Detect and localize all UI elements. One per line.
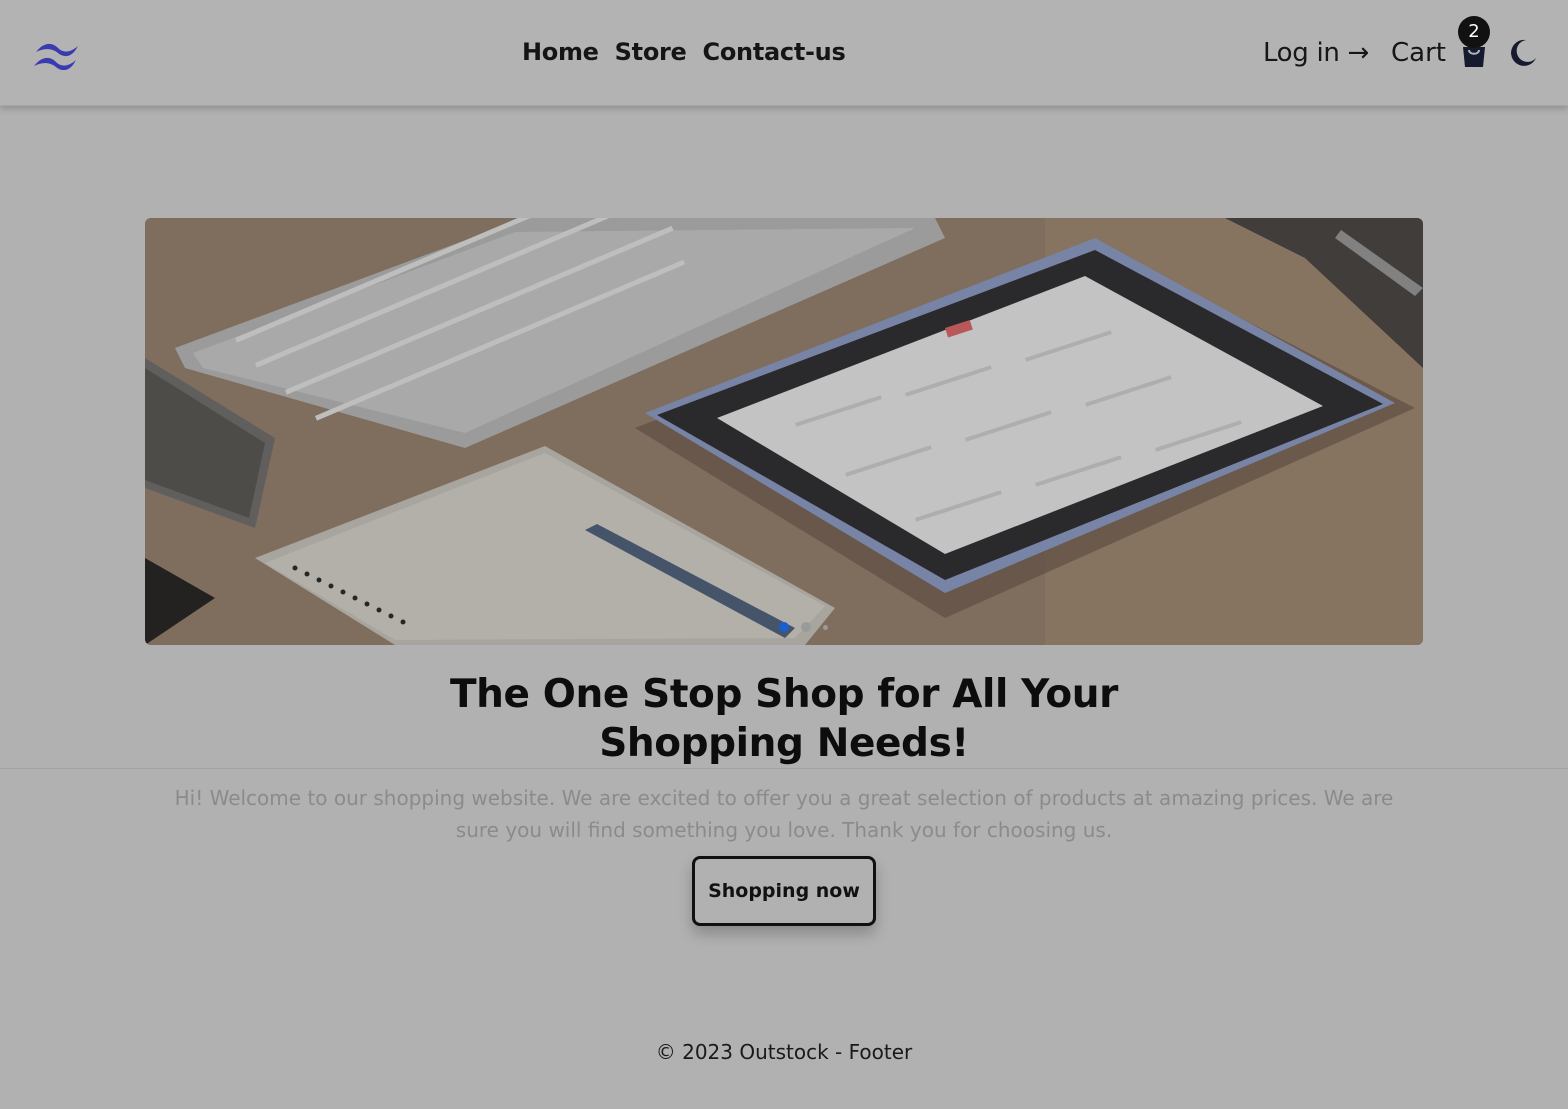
hero-description: Hi! Welcome to our shopping website. We … — [174, 786, 1394, 842]
moon-icon[interactable] — [1508, 38, 1538, 68]
carousel-dot-2[interactable] — [801, 622, 811, 632]
carousel-indicators — [779, 622, 828, 632]
carousel-dot-3[interactable] — [823, 624, 828, 630]
hero-title-line2: Shopping Needs! — [599, 721, 969, 766]
carousel-slide-image — [145, 218, 1423, 645]
nav-home-link[interactable]: Home — [522, 38, 599, 66]
footer-text: © 2023 Outstock - Footer — [655, 1040, 913, 1064]
nav-contact-link[interactable]: Contact-us — [703, 38, 846, 66]
footer: © 2023 Outstock - Footer — [0, 1040, 1568, 1064]
carousel-dot-1[interactable] — [779, 622, 789, 632]
hero-title: The One Stop Shop for All Your Shopping … — [384, 670, 1184, 768]
cart-button[interactable]: 2 — [1458, 16, 1490, 68]
main-nav: Home Store Contact-us — [522, 38, 846, 66]
header-actions: Log in → Cart 2 — [1263, 16, 1538, 68]
hero-carousel[interactable] — [145, 218, 1423, 645]
page: Home Store Contact-us Log in → Cart 2 Th… — [0, 0, 1568, 1109]
nav-store-link[interactable]: Store — [615, 38, 687, 66]
shopping-now-button[interactable]: Shopping now — [692, 856, 876, 926]
cart-count-badge: 2 — [1458, 16, 1490, 48]
hero-title-line1: The One Stop Shop for All Your — [449, 672, 1119, 717]
cart-link[interactable]: Cart — [1391, 38, 1446, 68]
login-link[interactable]: Log in → — [1263, 38, 1369, 68]
top-navbar: Home Store Contact-us Log in → Cart 2 — [0, 0, 1568, 106]
section-divider — [0, 768, 1568, 769]
wave-logo-icon[interactable] — [32, 38, 82, 71]
